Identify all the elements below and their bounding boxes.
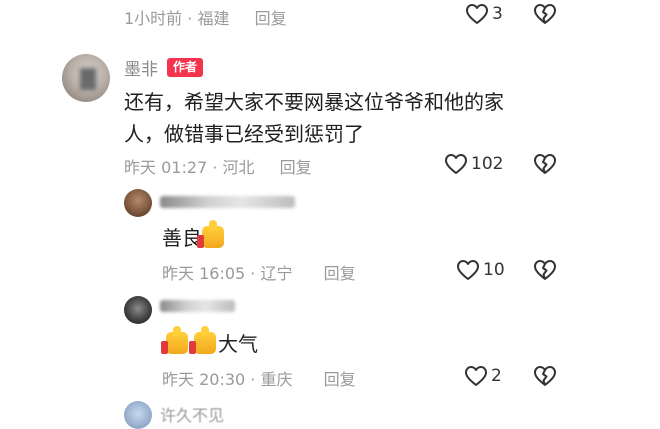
avatar[interactable] xyxy=(124,189,152,217)
thumbs-up-emoji xyxy=(189,326,216,354)
comment-text: 还有，希望大家不要网暴这位爷爷和他的家 人，做错事已经受到惩罚了 xyxy=(124,86,504,150)
heart-icon[interactable] xyxy=(464,365,488,387)
reply-text-content: 大气 xyxy=(218,332,258,356)
avatar[interactable] xyxy=(62,54,110,102)
top-comment-meta: 1小时前 · 福建 回复 xyxy=(124,9,287,28)
avatar-mosaic xyxy=(80,68,96,90)
broken-heart-icon[interactable] xyxy=(533,365,557,387)
comment-location: 福建 xyxy=(197,9,230,28)
reply-button[interactable]: 回复 xyxy=(280,158,312,177)
like-count: 102 xyxy=(471,154,504,174)
comment-location: 河北 xyxy=(222,158,255,177)
reply-time: 昨天 16:05 xyxy=(162,264,246,283)
reply-text: 善良 xyxy=(162,220,226,254)
heart-icon[interactable] xyxy=(444,153,468,175)
username[interactable]: 许久不见 xyxy=(160,402,224,426)
comment-header: 墨非 作者 xyxy=(124,55,204,80)
heart-icon[interactable] xyxy=(465,3,489,25)
avatar[interactable] xyxy=(124,401,152,429)
comment-time: 1小时前 xyxy=(124,9,183,28)
heart-icon[interactable] xyxy=(456,259,480,281)
broken-heart-icon[interactable] xyxy=(533,3,557,25)
username[interactable]: 墨非 xyxy=(124,55,158,80)
thumbs-up-emoji xyxy=(161,326,188,354)
comment-meta: 昨天 01:27 · 河北 回复 xyxy=(124,158,312,177)
reply-button[interactable]: 回复 xyxy=(324,370,356,389)
author-badge: 作者 xyxy=(167,58,204,77)
comment-text-line: 还有，希望大家不要网暴这位爷爷和他的家 xyxy=(124,90,504,114)
avatar[interactable] xyxy=(124,296,152,324)
comment-time: 昨天 01:27 xyxy=(124,158,208,177)
reply-meta: 昨天 20:30 · 重庆 回复 xyxy=(162,370,356,389)
broken-heart-icon[interactable] xyxy=(533,259,557,281)
thumbs-up-emoji xyxy=(197,220,224,248)
reply-button[interactable]: 回复 xyxy=(324,264,356,283)
username-blurred xyxy=(160,196,295,208)
reply-text-content: 善良 xyxy=(162,226,202,250)
reply-meta: 昨天 16:05 · 辽宁 回复 xyxy=(162,264,356,283)
broken-heart-icon[interactable] xyxy=(533,153,557,175)
comment-text-line: 人，做错事已经受到惩罚了 xyxy=(124,122,364,146)
reply-button[interactable]: 回复 xyxy=(255,9,287,28)
reply-time: 昨天 20:30 xyxy=(162,370,246,389)
reply-location: 重庆 xyxy=(260,370,293,389)
reply-location: 辽宁 xyxy=(260,264,293,283)
like-count: 2 xyxy=(491,366,502,386)
like-count: 10 xyxy=(483,260,505,280)
like-count: 3 xyxy=(492,4,503,24)
reply-text: 大气 xyxy=(161,326,258,360)
username-blurred xyxy=(160,300,235,312)
